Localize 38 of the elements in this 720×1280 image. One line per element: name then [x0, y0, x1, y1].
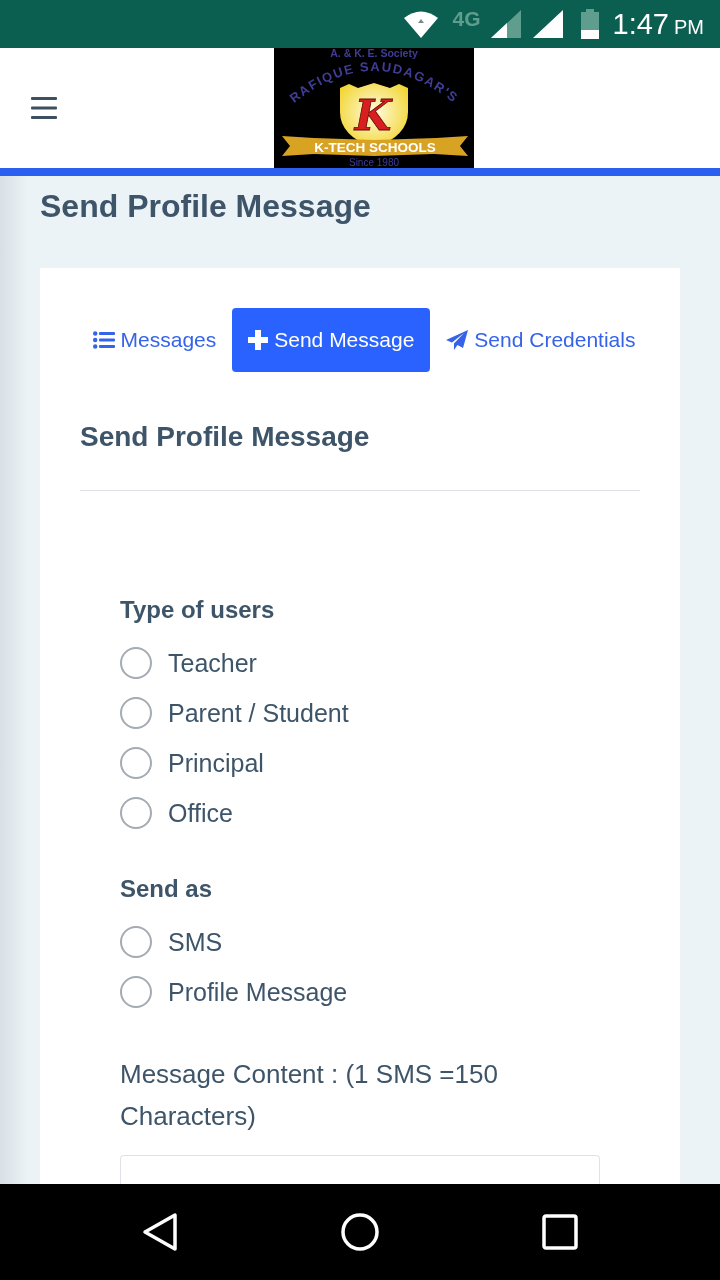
network-type: 4G: [452, 7, 481, 31]
message-field[interactable]: [120, 1155, 600, 1184]
radio-button[interactable]: [120, 797, 152, 829]
group-label: Type of users: [120, 595, 276, 625]
radio-button[interactable]: [120, 647, 152, 679]
clock-meridiem: PM: [674, 15, 704, 39]
option-label: Teacher: [168, 648, 257, 678]
battery-icon: [580, 9, 599, 39]
banner-text: K-TECH SCHOOLS: [314, 140, 436, 155]
signal-icon: [490, 10, 521, 38]
paper-plane-icon: [446, 330, 469, 350]
radio-button[interactable]: [120, 926, 152, 958]
nav-tab[interactable]: Messages: [76, 308, 233, 372]
radio-button[interactable]: [120, 976, 152, 1008]
list-icon: [92, 331, 115, 349]
signal-icon: [532, 10, 563, 38]
field-label: Message Content : (1 SMS =150 Characters): [120, 1058, 499, 1133]
page-title: Send Profile Message: [40, 187, 372, 226]
option-label: Parent / Student: [168, 698, 349, 728]
society-name: A. & K. E. Society: [330, 48, 418, 59]
menu-icon[interactable]: [31, 97, 57, 119]
section-title: Send Profile Message: [80, 420, 371, 454]
wifi-icon: [402, 10, 439, 38]
recent-apps-icon[interactable]: [542, 1214, 578, 1250]
group-label: Send as: [120, 874, 214, 904]
home-icon[interactable]: [340, 1212, 380, 1252]
option-label: Principal: [168, 748, 264, 778]
nav-tab[interactable]: Send Message: [232, 308, 431, 372]
radio-button[interactable]: [120, 747, 152, 779]
plus-icon: [248, 330, 269, 350]
option-label: Profile Message: [168, 977, 348, 1007]
nav-tab[interactable]: Send Credentials: [430, 308, 652, 372]
option-label: Office: [168, 798, 233, 828]
radio-button[interactable]: [120, 697, 152, 729]
clock-time: 1:47: [612, 7, 669, 41]
founded-year: Since 1980: [349, 157, 399, 168]
option-label: SMS: [168, 927, 223, 957]
back-icon[interactable]: [142, 1212, 178, 1252]
